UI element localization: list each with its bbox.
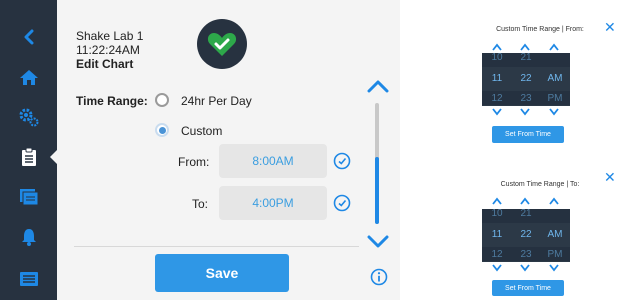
list-icon: [19, 272, 38, 286]
hour-column[interactable]: 10 11 12: [482, 208, 512, 262]
radio-custom[interactable]: [155, 123, 169, 137]
chevron-up-icon[interactable]: [549, 197, 559, 205]
close-icon[interactable]: ✕: [604, 20, 616, 34]
minute-above: 21: [520, 52, 532, 63]
sidebar-item-logs[interactable]: [0, 259, 57, 299]
chevron-left-icon: [24, 29, 33, 45]
divider: [74, 246, 359, 247]
ampm-selected: AM: [547, 73, 563, 84]
minute-selected: 22: [520, 229, 532, 240]
scroll-up-icon[interactable]: [367, 79, 389, 93]
sidebar-item-home[interactable]: [0, 57, 57, 97]
current-time: 11:22:24AM: [76, 43, 140, 57]
heart-check-icon: [207, 33, 237, 56]
clock-icon[interactable]: [333, 194, 351, 212]
minute-below: 23: [520, 93, 532, 104]
sidebar-item-settings[interactable]: [0, 97, 57, 137]
hour-below: 12: [491, 93, 503, 104]
clipboard-icon: [21, 147, 36, 166]
bell-icon: [21, 229, 36, 246]
save-button[interactable]: Save: [155, 254, 289, 292]
from-time-field[interactable]: 8:00AM: [219, 144, 327, 178]
sidebar: [0, 0, 58, 300]
to-label: To:: [192, 197, 209, 211]
chevron-up-icon[interactable]: [492, 43, 502, 51]
page-title: Edit Chart: [76, 57, 134, 71]
sidebar-item-alerts[interactable]: [0, 217, 57, 257]
clock-icon[interactable]: [333, 152, 351, 170]
minute-below: 23: [520, 249, 532, 260]
home-icon: [19, 70, 38, 85]
scrollbar-thumb[interactable]: [375, 157, 379, 224]
ampm-selected: AM: [547, 229, 563, 240]
close-icon[interactable]: ✕: [604, 170, 616, 184]
from-label: From:: [178, 155, 210, 169]
time-range-label: Time Range:: [76, 94, 148, 108]
minute-column[interactable]: 21 22 23: [511, 208, 541, 262]
chevron-down-icon[interactable]: [492, 264, 502, 272]
back-button[interactable]: [0, 17, 57, 57]
hour-selected: 11: [491, 229, 503, 240]
hour-below: 12: [491, 249, 503, 260]
device-name: Shake Lab 1: [76, 29, 144, 43]
chevron-up-icon[interactable]: [492, 197, 502, 205]
chevron-up-icon[interactable]: [549, 43, 559, 51]
folders-icon: [19, 189, 38, 206]
hour-above: 10: [491, 208, 503, 219]
chevron-up-icon[interactable]: [520, 43, 530, 51]
minute-selected: 22: [520, 73, 532, 84]
radio-custom-label[interactable]: Custom: [181, 124, 222, 138]
popup-to-time: Custom Time Range | To: ✕ 10 11 12 21 22…: [462, 160, 618, 300]
hour-selected: 11: [491, 73, 503, 84]
minute-above: 21: [520, 208, 532, 219]
ampm-below: PM: [547, 93, 563, 104]
scroll-down-icon[interactable]: [367, 235, 389, 249]
minute-column[interactable]: 21 22 23: [511, 52, 541, 106]
settings-gears-icon: [19, 108, 38, 127]
ampm-column[interactable]: AM PM: [540, 209, 570, 262]
chevron-up-icon[interactable]: [520, 197, 530, 205]
radio-24hr[interactable]: [155, 93, 169, 107]
ampm-below: PM: [547, 249, 563, 260]
radio-24hr-label[interactable]: 24hr Per Day: [181, 94, 252, 108]
sidebar-item-charts[interactable]: [0, 137, 58, 177]
time-spinner[interactable]: 10 11 12 21 22 23 AM PM: [482, 208, 570, 262]
to-time-field[interactable]: 4:00PM: [219, 186, 327, 220]
status-badge: [197, 19, 247, 69]
popup-title: Custom Time Range | To:: [500, 181, 580, 188]
chevron-down-icon[interactable]: [549, 264, 559, 272]
info-icon[interactable]: [370, 268, 388, 286]
chevron-down-icon[interactable]: [492, 108, 502, 116]
hour-above: 10: [491, 52, 503, 63]
ampm-column[interactable]: AM PM: [540, 53, 570, 106]
chevron-down-icon[interactable]: [549, 108, 559, 116]
set-from-time-button[interactable]: Set From Time: [492, 126, 564, 143]
time-spinner[interactable]: 10 11 12 21 22 23 AM PM: [482, 52, 570, 106]
chevron-down-icon[interactable]: [520, 108, 530, 116]
popup-from-time: Custom Time Range | From: ✕ 10 11 12 21 …: [462, 12, 618, 150]
set-from-time-button[interactable]: Set From Time: [492, 280, 564, 296]
edit-chart-panel: Shake Lab 1 11:22:24AM Edit Chart Time R…: [57, 0, 400, 300]
hour-column[interactable]: 10 11 12: [482, 52, 512, 106]
chevron-down-icon[interactable]: [520, 264, 530, 272]
popup-title: Custom Time Range | From:: [496, 26, 584, 33]
sidebar-item-files[interactable]: [0, 177, 57, 217]
